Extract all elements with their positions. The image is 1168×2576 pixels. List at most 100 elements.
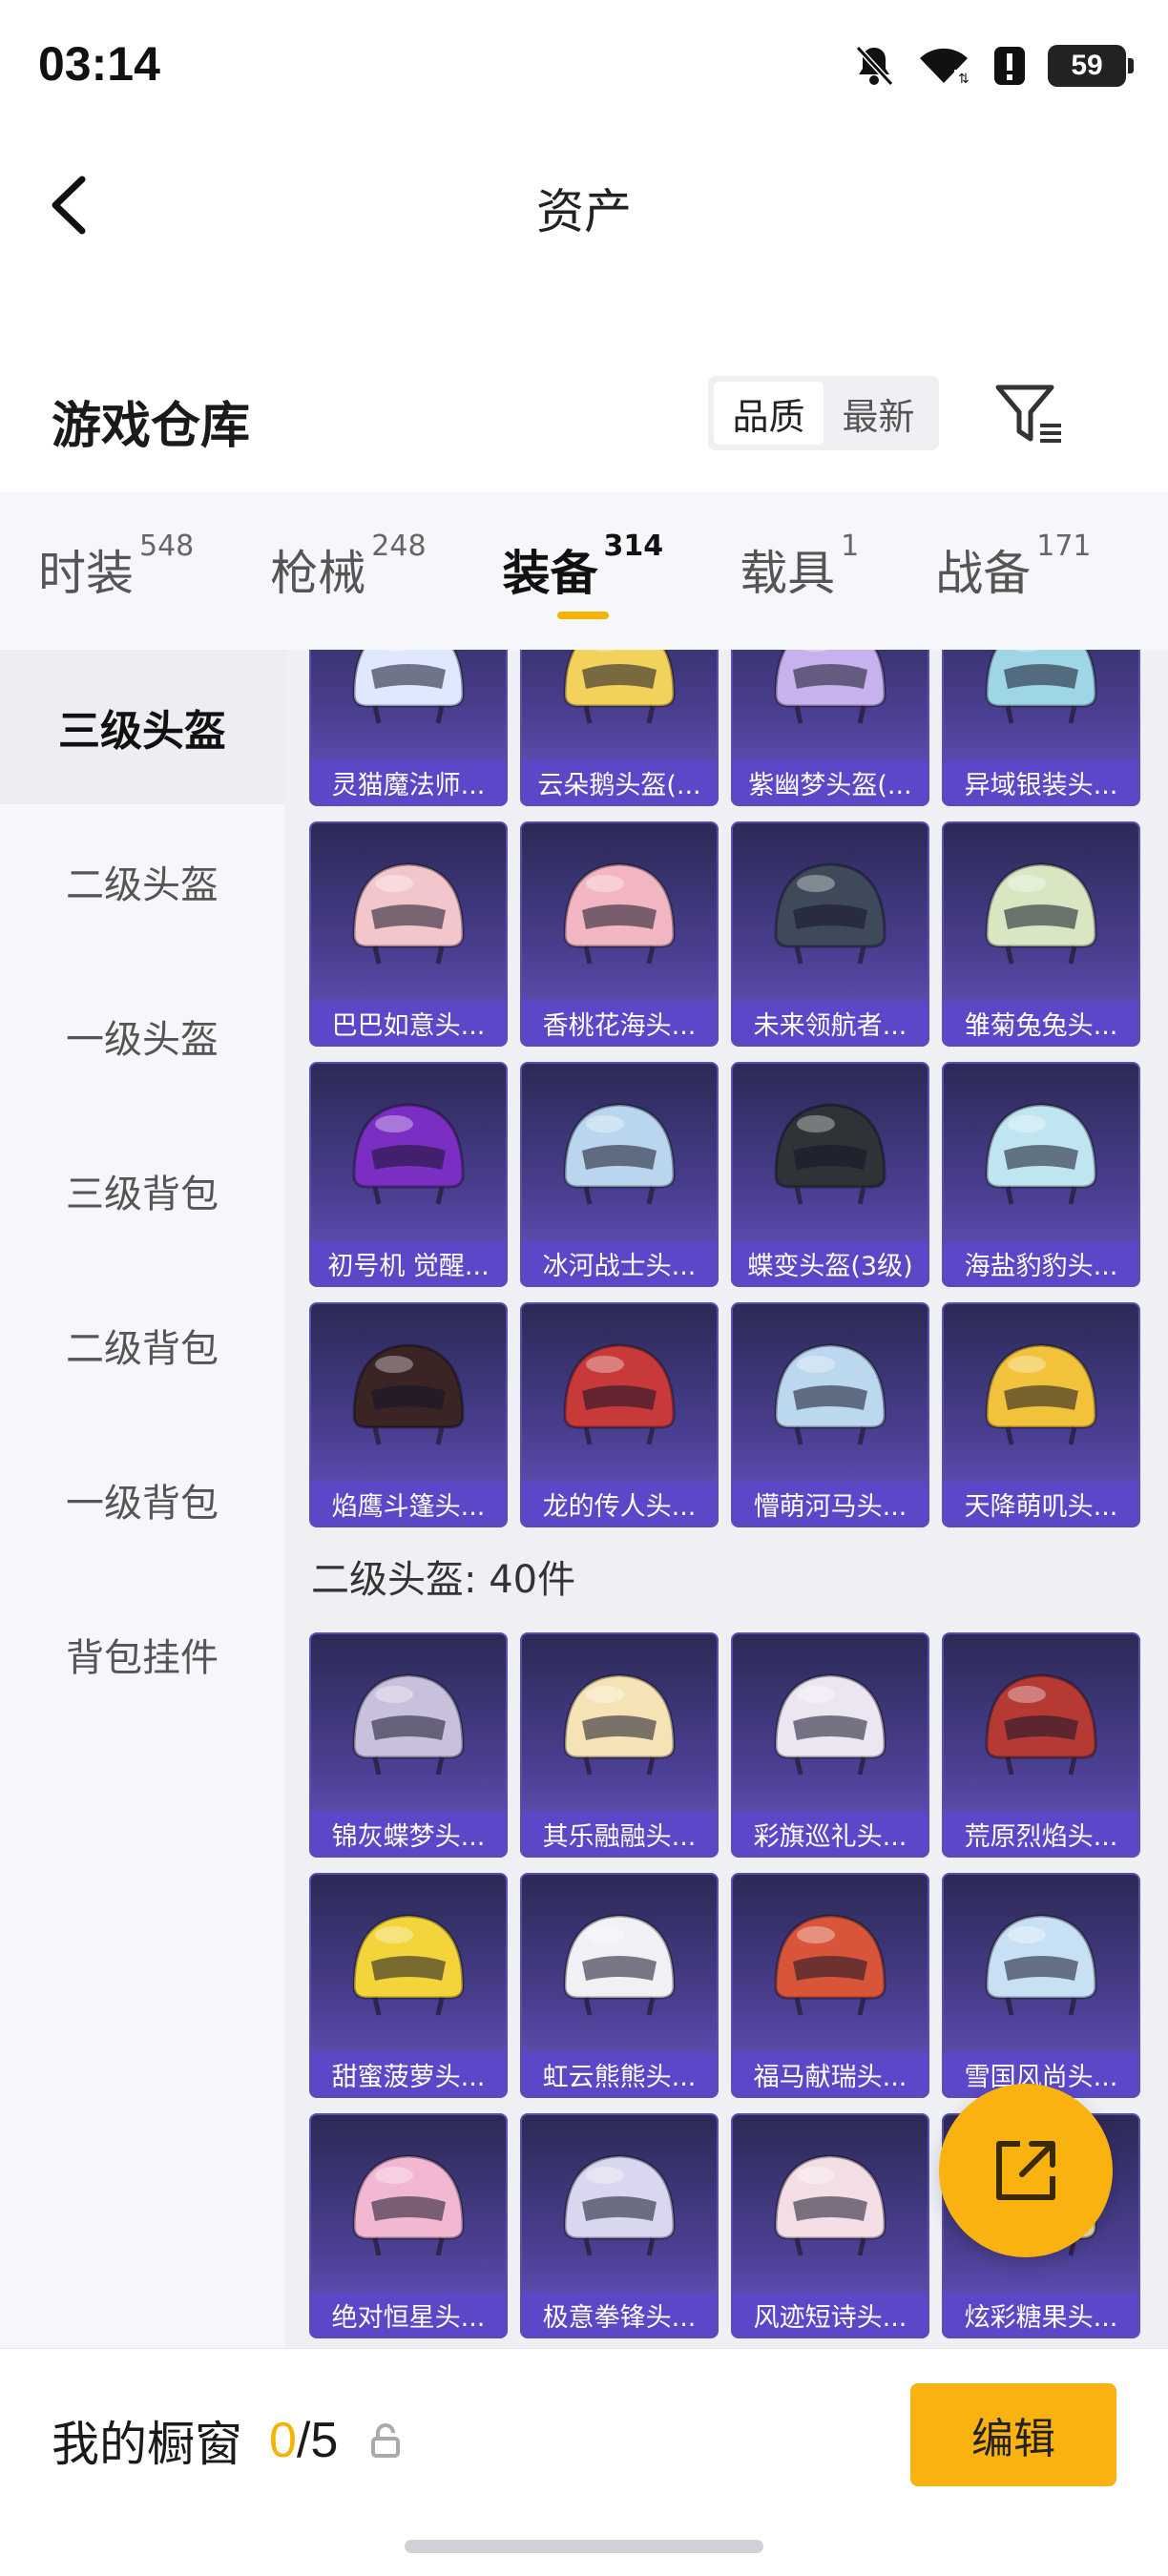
- tab-label: 战备: [935, 546, 1032, 601]
- item-name: 彩旗巡礼头...: [733, 1812, 928, 1856]
- tab-vehicles[interactable]: 载具 1: [740, 492, 859, 650]
- helmet-icon: [733, 650, 928, 764]
- svg-text:⇅: ⇅: [958, 72, 970, 87]
- item-card[interactable]: 其乐融融头...: [520, 1632, 719, 1858]
- edit-button[interactable]: 编辑: [910, 2383, 1116, 2486]
- tab-fashion[interactable]: 时装 548: [38, 492, 194, 650]
- item-name: 天降萌叽头...: [944, 1482, 1138, 1526]
- share-icon: [996, 2141, 1055, 2200]
- item-card[interactable]: 焰鹰斗篷头...: [309, 1302, 508, 1527]
- tab-count: 171: [1036, 530, 1092, 563]
- item-card[interactable]: 蝶变头盔(3级): [731, 1062, 929, 1287]
- showcase-count: 0/5: [269, 2412, 338, 2469]
- item-name: 福马献瑞头...: [733, 2052, 928, 2096]
- battery-indicator: 59: [1048, 45, 1134, 87]
- item-card[interactable]: 虹云熊熊头...: [520, 1873, 719, 2098]
- sidebar-item-level3-backpack[interactable]: 三级背包: [0, 1113, 284, 1268]
- sidebar-item-level2-backpack[interactable]: 二级背包: [0, 1268, 284, 1423]
- helmet-icon: [522, 1304, 717, 1485]
- item-card[interactable]: 云朵鹅头盔(...: [520, 650, 719, 806]
- home-indicator: [405, 2540, 763, 2553]
- item-name: 云朵鹅头盔(...: [522, 760, 717, 804]
- showcase-info: 我的橱窗 0/5: [52, 2406, 401, 2475]
- sidebar-item-level3-helmet[interactable]: 三级头盔: [0, 650, 284, 804]
- item-card[interactable]: 锦灰蝶梦头...: [309, 1632, 508, 1858]
- tab-equipment[interactable]: 装备 314: [502, 492, 663, 650]
- item-card[interactable]: 异域银装头...: [942, 650, 1140, 806]
- helmet-icon: [311, 650, 506, 764]
- showcase-count-total: /5: [296, 2413, 339, 2468]
- item-card[interactable]: 福马献瑞头...: [731, 1873, 929, 2098]
- category-tabs: 时装 548 枪械 248 装备 314 载具 1 战备 171: [0, 492, 1168, 650]
- item-card[interactable]: 甜蜜菠萝头...: [309, 1873, 508, 2098]
- item-card[interactable]: 紫幽梦头盔(...: [731, 650, 929, 806]
- sort-latest-button[interactable]: 最新: [824, 382, 933, 445]
- item-name: 甜蜜菠萝头...: [311, 2052, 506, 2096]
- item-card[interactable]: 龙的传人头...: [520, 1302, 719, 1527]
- item-name: 灵猫魔法师...: [311, 760, 506, 804]
- item-name: 雏菊兔兔头...: [944, 1001, 1138, 1045]
- tab-firearms[interactable]: 枪械 248: [270, 492, 426, 650]
- item-card[interactable]: 懵萌河马头...: [731, 1302, 929, 1527]
- sort-segmented-control: 品质 最新: [708, 376, 939, 450]
- helmet-icon: [944, 1634, 1138, 1816]
- sidebar-item-level2-helmet[interactable]: 二级头盔: [0, 804, 284, 959]
- item-name: 冰河战士头...: [522, 1241, 717, 1285]
- sort-quality-button[interactable]: 品质: [714, 382, 824, 445]
- item-card[interactable]: 天降萌叽头...: [942, 1302, 1140, 1527]
- tab-count: 248: [371, 530, 427, 563]
- item-card[interactable]: 未来领航者...: [731, 821, 929, 1047]
- showcase-label: 我的橱窗: [52, 2417, 242, 2472]
- sidebar-item-level1-helmet[interactable]: 一级头盔: [0, 959, 284, 1113]
- helmet-icon: [944, 650, 1138, 764]
- item-name: 龙的传人头...: [522, 1482, 717, 1526]
- item-name: 巴巴如意头...: [311, 1001, 506, 1045]
- helmet-icon: [522, 2115, 717, 2296]
- item-name: 其乐融融头...: [522, 1812, 717, 1856]
- item-name: 蝶变头盔(3级): [733, 1241, 928, 1285]
- item-card[interactable]: 风迹短诗头...: [731, 2113, 929, 2338]
- sidebar-item-backpack-charm[interactable]: 背包挂件: [0, 1577, 284, 1732]
- item-name: 极意拳锋头...: [522, 2293, 717, 2337]
- system-icons: ⇅ 59: [853, 42, 1134, 90]
- item-card[interactable]: 荒原烈焰头...: [942, 1632, 1140, 1858]
- item-card[interactable]: 彩旗巡礼头...: [731, 1632, 929, 1858]
- warehouse-header: 游戏仓库 品质 最新: [0, 363, 1168, 477]
- filter-icon: [995, 384, 1061, 443]
- item-card[interactable]: 雏菊兔兔头...: [942, 821, 1140, 1047]
- section-title-level2: 二级头盔: 40件: [311, 1558, 576, 1602]
- tab-label: 载具: [740, 546, 836, 601]
- item-card[interactable]: 初号机 觉醒...: [309, 1062, 508, 1287]
- item-card[interactable]: 灵猫魔法师...: [309, 650, 508, 806]
- helmet-icon: [311, 1064, 506, 1245]
- subcategory-sidebar: 三级头盔 二级头盔 一级头盔 三级背包 二级背包 一级背包 背包挂件: [0, 650, 284, 2348]
- tab-count: 1: [841, 530, 860, 563]
- item-name: 异域银装头...: [944, 760, 1138, 804]
- helmet-icon: [944, 1064, 1138, 1245]
- helmet-icon: [944, 1304, 1138, 1485]
- item-card[interactable]: 极意拳锋头...: [520, 2113, 719, 2338]
- helmet-icon: [311, 1304, 506, 1485]
- alert-icon: [992, 45, 1027, 87]
- mute-bell-icon: [853, 44, 895, 88]
- item-name: 未来领航者...: [733, 1001, 928, 1045]
- helmet-icon: [733, 1064, 928, 1245]
- tab-supplies[interactable]: 战备 171: [935, 492, 1091, 650]
- item-card[interactable]: 香桃花海头...: [520, 821, 719, 1047]
- tab-label: 装备: [502, 546, 598, 601]
- share-button[interactable]: [939, 2084, 1113, 2257]
- helmet-icon: [522, 650, 717, 764]
- helmet-icon: [522, 823, 717, 1005]
- item-card[interactable]: 海盐豹豹头...: [942, 1062, 1140, 1287]
- warehouse-title: 游戏仓库: [52, 398, 251, 455]
- item-card[interactable]: 巴巴如意头...: [309, 821, 508, 1047]
- item-card[interactable]: 绝对恒星头...: [309, 2113, 508, 2338]
- helmet-icon: [733, 1304, 928, 1485]
- item-name: 初号机 觉醒...: [311, 1241, 506, 1285]
- item-card[interactable]: 冰河战士头...: [520, 1062, 719, 1287]
- helmet-icon: [944, 1875, 1138, 2056]
- helmet-icon: [733, 1875, 928, 2056]
- filter-button[interactable]: [994, 382, 1065, 448]
- item-card[interactable]: 雪国风尚头...: [942, 1873, 1140, 2098]
- sidebar-item-level1-backpack[interactable]: 一级背包: [0, 1423, 284, 1577]
